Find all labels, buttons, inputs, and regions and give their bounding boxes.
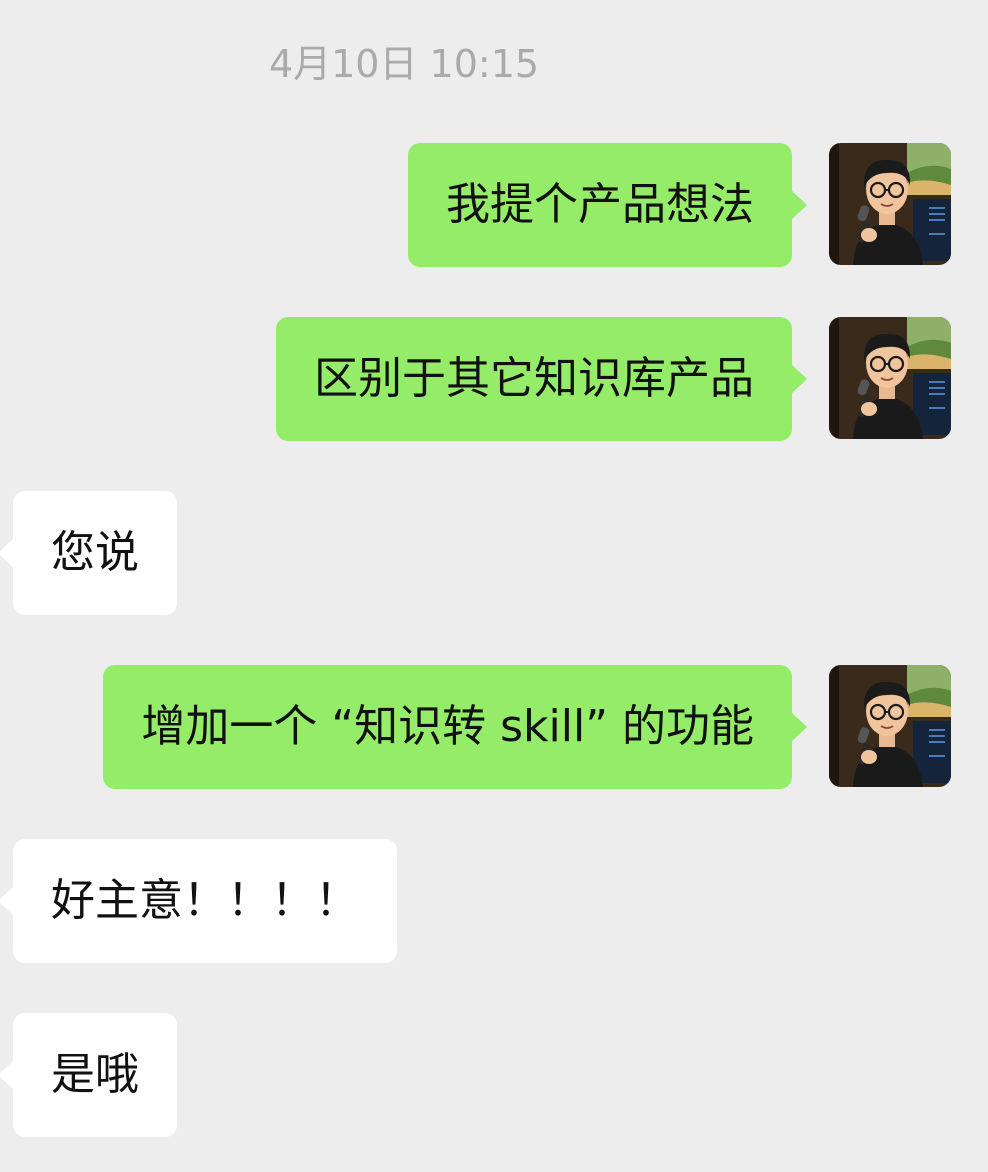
- message-row-outgoing: 增加一个 “知识转 skill” 的功能: [0, 665, 988, 789]
- message-row-incoming: 好主意！！！！: [0, 839, 988, 963]
- user-avatar[interactable]: [829, 143, 951, 265]
- message-bubble-outgoing[interactable]: 增加一个 “知识转 skill” 的功能: [103, 665, 807, 789]
- message-bubble-incoming[interactable]: 您说: [0, 491, 177, 615]
- user-avatar[interactable]: [829, 665, 951, 787]
- chat-timestamp: 4月10日 10:15: [268, 42, 540, 86]
- message-row-outgoing: 区别于其它知识库产品: [0, 317, 988, 441]
- message-row-incoming: 是哦: [0, 1013, 988, 1137]
- message-row-outgoing: 我提个产品想法: [0, 143, 988, 267]
- user-avatar[interactable]: [829, 317, 951, 439]
- user-avatar-icon: [829, 317, 951, 439]
- user-avatar-icon: [829, 143, 951, 265]
- message-row-incoming: 您说: [0, 491, 988, 615]
- user-avatar-icon: [829, 665, 951, 787]
- message-bubble-outgoing[interactable]: 我提个产品想法: [408, 143, 807, 267]
- message-bubble-outgoing[interactable]: 区别于其它知识库产品: [276, 317, 807, 441]
- message-bubble-incoming[interactable]: 好主意！！！！: [0, 839, 397, 963]
- message-bubble-incoming[interactable]: 是哦: [0, 1013, 177, 1137]
